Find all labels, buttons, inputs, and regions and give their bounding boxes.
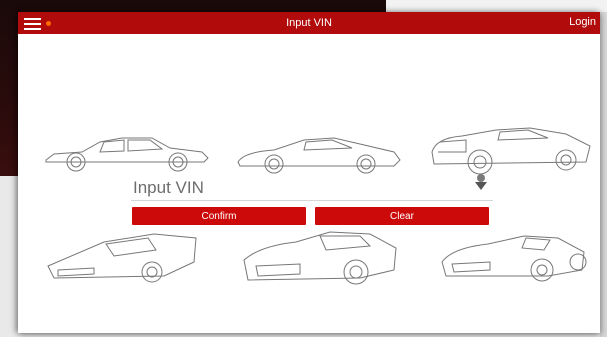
wedge-supercar-icon[interactable] xyxy=(44,228,204,286)
classic-coupe-icon[interactable] xyxy=(42,124,212,174)
supercar-icon[interactable] xyxy=(240,226,400,288)
app-window: Input VIN Login Input VIN Confirm Clear xyxy=(18,12,600,333)
login-link[interactable]: Login xyxy=(569,16,596,28)
hamburger-menu-icon[interactable] xyxy=(24,16,42,30)
convertible-icon[interactable] xyxy=(438,226,588,286)
page-title: Input VIN xyxy=(286,17,332,29)
vin-field-row xyxy=(131,176,495,201)
sports-coupe-icon[interactable] xyxy=(234,130,404,176)
clear-button[interactable]: Clear xyxy=(315,207,489,225)
confirm-button[interactable]: Confirm xyxy=(132,207,306,225)
vin-input[interactable] xyxy=(131,176,495,200)
background-edge xyxy=(600,12,607,337)
top-bar: Input VIN Login xyxy=(18,12,600,34)
background-window-light xyxy=(386,0,607,12)
hot-rod-icon[interactable] xyxy=(426,122,596,178)
notification-dot-icon xyxy=(46,21,51,26)
